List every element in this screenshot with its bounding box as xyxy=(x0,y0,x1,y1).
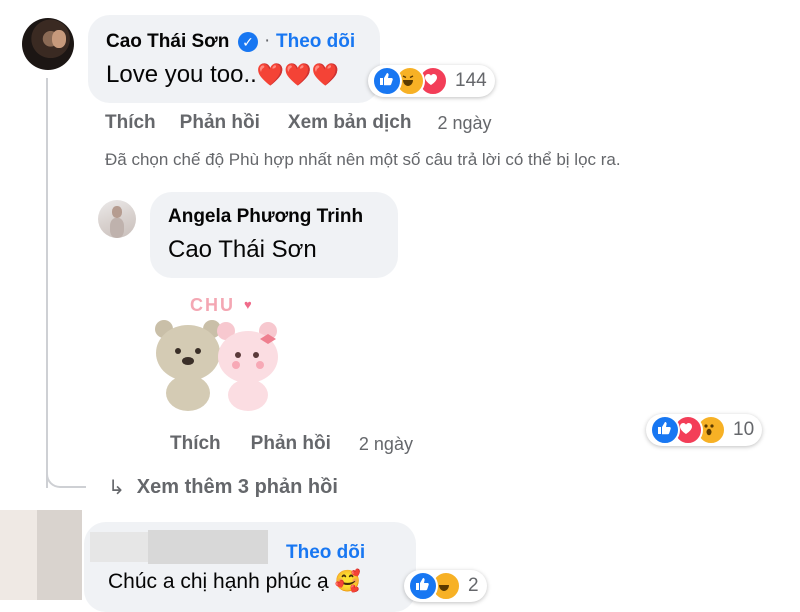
comment2-reaction-summary[interactable]: 2 xyxy=(404,570,487,602)
translate-action[interactable]: Xem bản dịch xyxy=(288,112,412,134)
sticker-caption: CHU xyxy=(190,295,235,315)
reply-reaction-summary[interactable]: 10 xyxy=(646,414,763,446)
timestamp[interactable]: 2 ngày xyxy=(437,113,491,134)
reply-reply-action[interactable]: Phản hồi xyxy=(251,433,331,455)
reply-action[interactable]: Phản hồi xyxy=(180,112,260,134)
smiling-hearts-emoji: 🥰 xyxy=(334,570,361,593)
thread-line xyxy=(46,78,48,488)
comment2-bubble: Theo dõi Chúc a chị hạnh phúc ạ 🥰 xyxy=(84,522,416,612)
comment-actions: Thích Phản hồi Xem bản dịch 2 ngày xyxy=(105,112,491,134)
reply-arrow-icon: ↳ xyxy=(108,477,125,499)
reply-reaction-count: 10 xyxy=(733,419,755,440)
dot-separator: · xyxy=(264,30,271,51)
reply-like-action[interactable]: Thích xyxy=(170,433,221,455)
comment-bubble: Cao Thái Sơn ✓ · Theo dõi Love you too..… xyxy=(88,15,380,103)
comment2-text: Chúc a chị hạnh phúc ạ 🥰 xyxy=(108,570,361,594)
reply-author[interactable]: Angela Phương Trinh xyxy=(168,206,363,228)
verified-badge-icon: ✓ xyxy=(238,32,258,52)
reaction-summary[interactable]: 144 xyxy=(368,65,495,97)
mention-tag[interactable]: Cao Thái Sơn xyxy=(168,236,317,264)
reaction-count: 144 xyxy=(455,70,487,91)
avatar-angela-phuong-trinh[interactable] xyxy=(98,200,136,238)
comment2-reaction-count: 2 xyxy=(468,575,479,596)
avatar-blurred[interactable] xyxy=(0,510,82,600)
heart-emojis: ❤️❤️❤️ xyxy=(256,62,339,87)
like-icon xyxy=(650,415,680,445)
comment-text: Love you too..❤️❤️❤️ xyxy=(106,61,339,89)
comment-text-body: Love you too.. xyxy=(106,61,257,88)
bear-kiss-sticker[interactable]: CHU ♥ xyxy=(150,295,280,415)
small-heart-icon: ♥ xyxy=(244,297,252,312)
comment2-text-body: Chúc a chị hạnh phúc ạ xyxy=(108,570,329,593)
reply-actions: Thích Phản hồi 2 ngày xyxy=(170,433,413,455)
like-icon xyxy=(372,66,402,96)
blurred-author-name xyxy=(148,530,268,564)
comment2-follow-link[interactable]: Theo dõi xyxy=(286,542,365,564)
follow-link[interactable]: Theo dõi xyxy=(276,31,355,53)
filter-notice: Đã chọn chế độ Phù hợp nhất nên một số c… xyxy=(105,150,621,169)
like-action[interactable]: Thích xyxy=(105,112,156,134)
reply-bubble: Angela Phương Trinh Cao Thái Sơn xyxy=(150,192,398,278)
blurred-author-name xyxy=(90,532,150,562)
comment-author[interactable]: Cao Thái Sơn xyxy=(106,31,229,53)
reply-timestamp[interactable]: 2 ngày xyxy=(359,434,413,455)
like-icon xyxy=(408,571,438,601)
view-more-label: Xem thêm 3 phản hồi xyxy=(136,476,338,498)
view-more-replies[interactable]: ↳ Xem thêm 3 phản hồi xyxy=(108,475,338,500)
avatar-cao-thai-son[interactable] xyxy=(22,18,74,70)
bear-illustration xyxy=(155,320,278,411)
thread-branch xyxy=(46,470,86,488)
